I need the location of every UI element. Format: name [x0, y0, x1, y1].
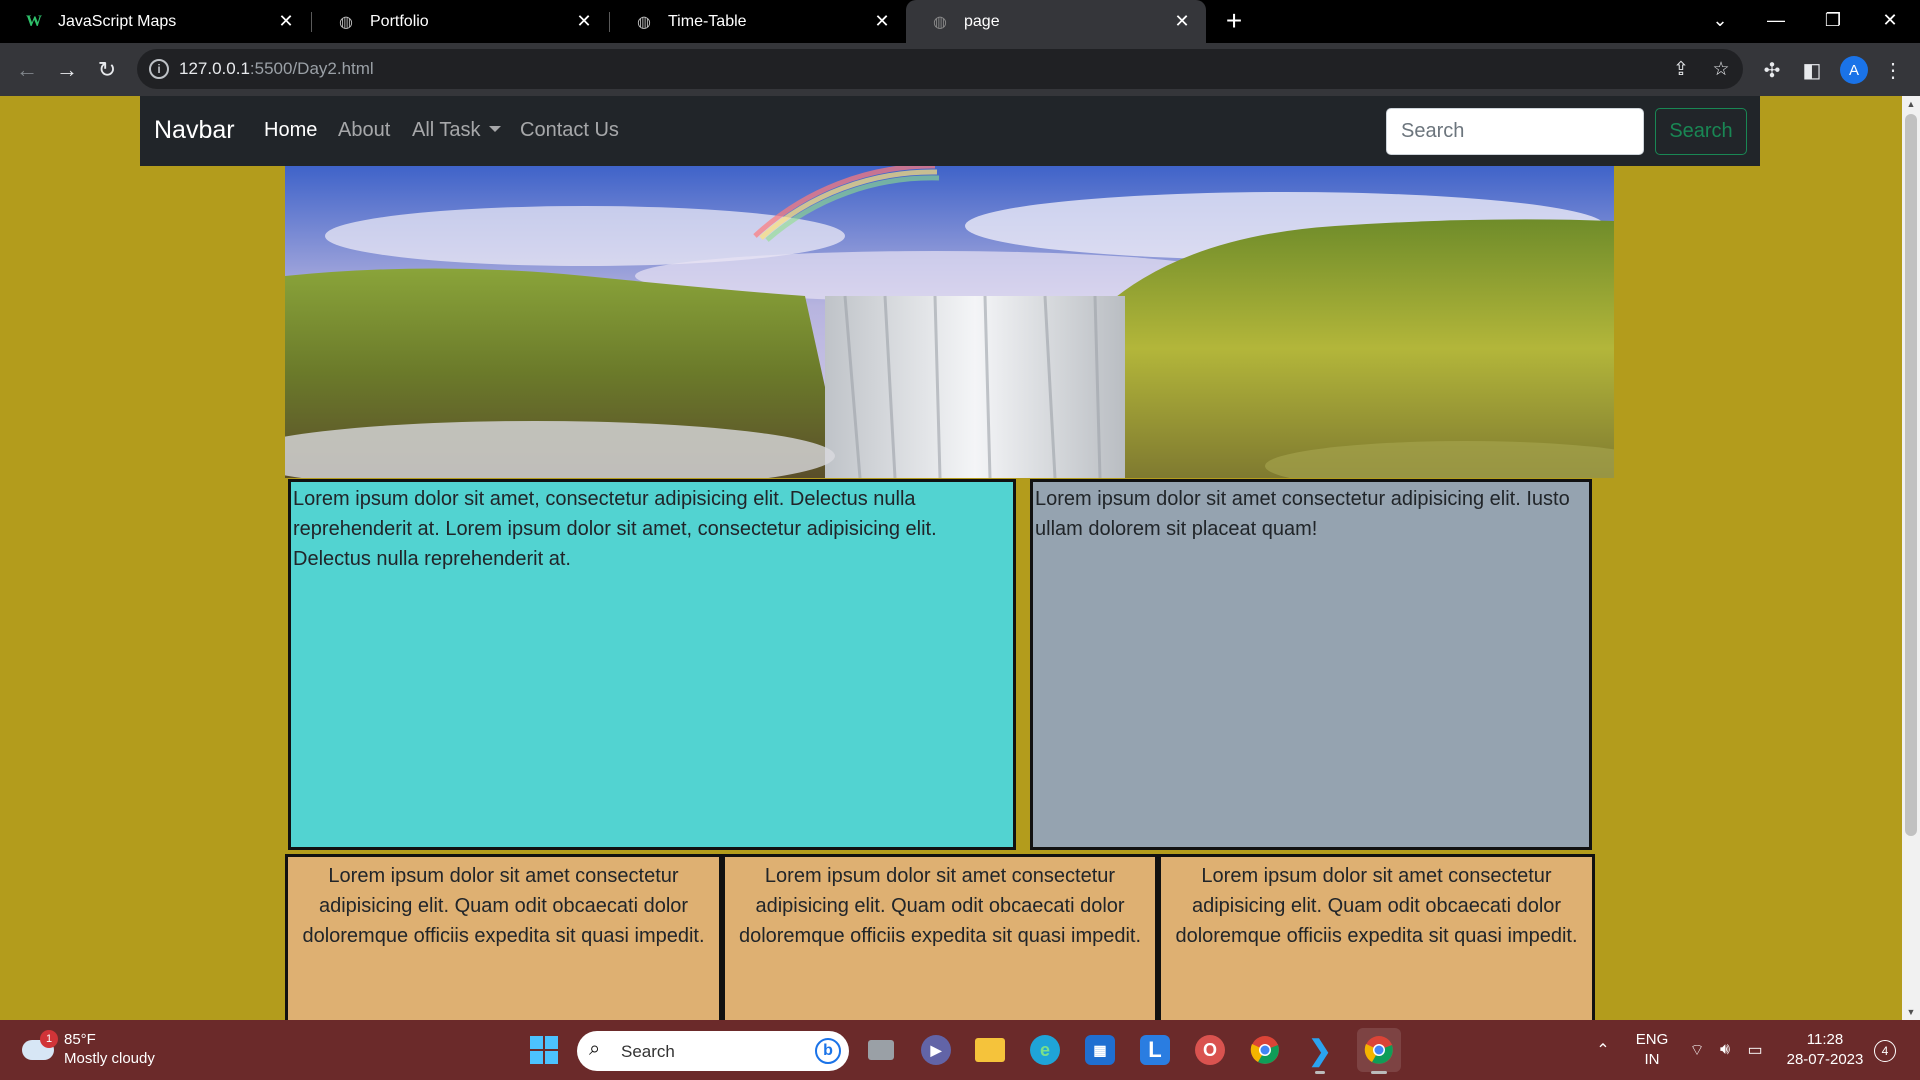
content-box-tan: Lorem ipsum dolor sit amet consectetur a…: [722, 854, 1158, 1020]
teams-chat-icon[interactable]: ▶: [918, 1032, 954, 1068]
url-text[interactable]: 127.0.0.1:5500/Day2.html: [179, 59, 374, 79]
taskbar-search-box[interactable]: ⌕ Search b: [577, 1031, 849, 1071]
share-icon[interactable]: ⇪: [1669, 57, 1693, 81]
tab-title: Time-Table: [668, 12, 747, 30]
content-box-cyan: Lorem ipsum dolor sit amet, consectetur …: [288, 479, 1016, 850]
back-arrow-icon[interactable]: ←: [10, 53, 44, 87]
language-indicator[interactable]: ENG IN: [1630, 1020, 1674, 1080]
url-host: 127.0.0.1: [179, 59, 250, 78]
close-window-icon[interactable]: ✕: [1862, 0, 1918, 40]
tab-title: Portfolio: [370, 12, 429, 30]
task-view-icon[interactable]: [863, 1032, 899, 1068]
running-indicator: [1371, 1071, 1387, 1074]
page-scrollbar[interactable]: ▲ ▼: [1902, 96, 1920, 1020]
site-info-icon[interactable]: i: [149, 59, 169, 79]
tab-page[interactable]: ◍ page ✕: [906, 0, 1206, 43]
bookmark-star-icon[interactable]: ☆: [1709, 57, 1733, 81]
new-tab-plus-icon[interactable]: +: [1220, 5, 1248, 36]
chrome-icon[interactable]: [1247, 1032, 1283, 1068]
vscode-icon[interactable]: ❯: [1302, 1032, 1338, 1074]
minimize-icon[interactable]: —: [1748, 0, 1804, 40]
clock[interactable]: 11:28 28-07-2023: [1780, 1020, 1870, 1080]
content-box-tan: Lorem ipsum dolor sit amet consectetur a…: [285, 854, 722, 1020]
windows-start-icon[interactable]: [526, 1032, 562, 1068]
windows-taskbar: 1 85°F Mostly cloudy ⌕ Search b ▶ e ▦ L …: [0, 1020, 1920, 1080]
browser-toolbar: ← → ↻ i 127.0.0.1:5500/Day2.html ⇪ ☆ ✣ ◧…: [0, 43, 1920, 96]
content-box-tan: Lorem ipsum dolor sit amet consectetur a…: [1158, 854, 1595, 1020]
close-icon[interactable]: ✕: [276, 11, 296, 32]
navbar-search-input[interactable]: [1386, 108, 1644, 155]
url-path: :5500/Day2.html: [249, 59, 374, 78]
weather-badge: 1: [40, 1030, 58, 1048]
nav-link-home[interactable]: Home: [264, 119, 317, 142]
close-icon[interactable]: ✕: [1172, 11, 1192, 32]
nav-link-about[interactable]: About: [338, 119, 390, 142]
browser-tab-strip: W JavaScript Maps ✕ ◍ Portfolio ✕ ◍ Time…: [0, 0, 1920, 43]
close-icon[interactable]: ✕: [574, 11, 594, 32]
volume-icon[interactable]: 🔊︎: [1712, 1020, 1738, 1080]
nav-dropdown-all-task[interactable]: All Task: [412, 119, 501, 142]
scroll-down-icon[interactable]: ▼: [1902, 1004, 1920, 1020]
site-navbar: Navbar Home About All Task Contact Us Se…: [140, 96, 1760, 166]
nav-link-contact-us[interactable]: Contact Us: [520, 119, 619, 142]
lang-code: ENG: [1635, 1031, 1669, 1048]
file-explorer-icon[interactable]: [972, 1032, 1008, 1068]
profile-avatar[interactable]: A: [1840, 56, 1868, 84]
battery-icon[interactable]: ▭: [1742, 1020, 1768, 1080]
nav-dropdown-label: All Task: [412, 119, 481, 141]
hero-waterfall-image: [285, 166, 1614, 478]
tab-javascript-maps[interactable]: W JavaScript Maps ✕: [0, 0, 310, 43]
reload-icon[interactable]: ↻: [90, 53, 124, 87]
notification-badge[interactable]: 4: [1874, 1040, 1896, 1062]
restore-icon[interactable]: ❐: [1805, 0, 1861, 40]
content-box-gray: Lorem ipsum dolor sit amet consectetur a…: [1030, 479, 1592, 850]
tab-time-table[interactable]: ◍ Time-Table ✕: [610, 0, 906, 43]
navbar-brand[interactable]: Navbar: [154, 116, 235, 145]
bing-icon[interactable]: b: [815, 1038, 841, 1064]
w-logo-icon: W: [26, 12, 42, 30]
chrome-profile-icon[interactable]: [1357, 1028, 1401, 1074]
scroll-up-icon[interactable]: ▲: [1902, 96, 1920, 112]
region-code: IN: [1644, 1051, 1660, 1068]
tab-search-chevron-icon[interactable]: ⌄: [1692, 0, 1748, 40]
edge-icon[interactable]: e: [1027, 1032, 1063, 1068]
weather-condition: Mostly cloudy: [64, 1050, 155, 1067]
scrollbar-thumb[interactable]: [1905, 114, 1917, 836]
tab-portfolio[interactable]: ◍ Portfolio ✕: [312, 0, 608, 43]
close-icon[interactable]: ✕: [872, 11, 892, 32]
tab-title: JavaScript Maps: [58, 12, 177, 30]
forward-arrow-icon[interactable]: →: [50, 53, 84, 87]
weather-temp: 85°F: [64, 1031, 96, 1048]
address-bar[interactable]: i 127.0.0.1:5500/Day2.html ⇪ ☆: [137, 49, 1743, 89]
taskbar-search-placeholder: Search: [621, 1042, 675, 1061]
page-viewport: Navbar Home About All Task Contact Us Se…: [0, 96, 1920, 1020]
navbar-search-button[interactable]: Search: [1655, 108, 1747, 155]
weather-widget[interactable]: 1 85°F Mostly cloudy: [18, 1030, 178, 1072]
extensions-puzzle-icon[interactable]: ✣: [1757, 55, 1787, 85]
caret-down-icon: [488, 126, 501, 132]
opera-icon[interactable]: O: [1192, 1032, 1228, 1068]
l-app-icon[interactable]: L: [1137, 1032, 1173, 1068]
clock-date: 28-07-2023: [1786, 1051, 1864, 1068]
globe-icon: ◍: [339, 13, 353, 31]
globe-icon: ◍: [637, 13, 651, 31]
wifi-icon[interactable]: ⌔: [1684, 1020, 1710, 1080]
clock-time: 11:28: [1806, 1031, 1844, 1048]
side-panel-icon[interactable]: ◧: [1797, 55, 1827, 85]
running-indicator: [1315, 1071, 1325, 1074]
tab-title: page: [964, 12, 1000, 30]
chevron-up-icon[interactable]: ⌃: [1590, 1020, 1616, 1080]
kebab-menu-icon[interactable]: ⋮: [1878, 55, 1908, 85]
globe-icon: ◍: [933, 13, 947, 31]
search-icon: ⌕: [589, 1038, 601, 1060]
store-icon[interactable]: ▦: [1082, 1032, 1118, 1068]
